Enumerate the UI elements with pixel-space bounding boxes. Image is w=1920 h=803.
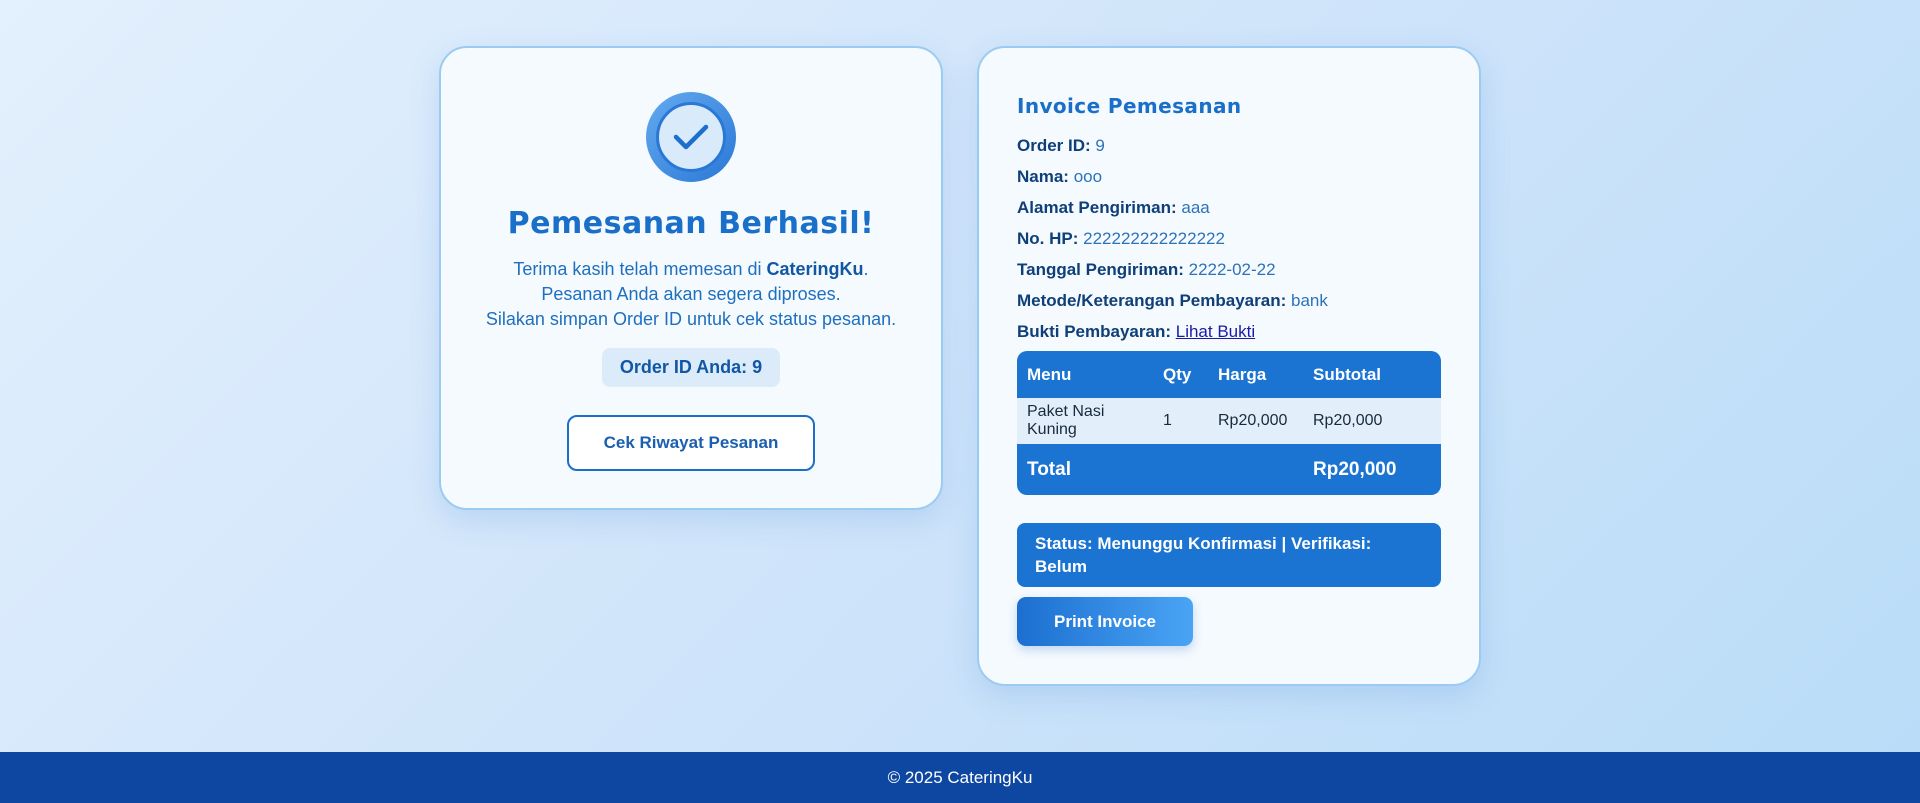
order-items-table: Menu Qty Harga Subtotal Paket Nasi Kunin… — [1017, 351, 1441, 495]
footer-copyright: © 2025 CateringKu — [887, 768, 1033, 787]
column-header-price: Harga — [1208, 351, 1303, 398]
field-value: 222222222222222 — [1083, 229, 1225, 248]
field-label: Order ID: — [1017, 136, 1091, 155]
field-label: Alamat Pengiriman: — [1017, 198, 1177, 217]
field-label: No. HP: — [1017, 229, 1079, 248]
table-row: Paket Nasi Kuning 1 Rp20,000 Rp20,000 — [1017, 398, 1441, 444]
cell-qty: 1 — [1153, 398, 1208, 444]
invoice-field-phone: No. HP: 222222222222222 — [1017, 223, 1441, 254]
view-proof-link[interactable]: Lihat Bukti — [1176, 322, 1255, 341]
order-history-button[interactable]: Cek Riwayat Pesanan — [567, 415, 815, 471]
thank-you-message: Terima kasih telah memesan di CateringKu… — [441, 257, 941, 332]
thanks-suffix: . — [863, 259, 869, 279]
table-total-row: Total Rp20,000 — [1017, 444, 1441, 495]
field-value: bank — [1290, 291, 1328, 310]
invoice-title: Invoice Pemesanan — [1017, 94, 1242, 118]
column-header-subtotal: Subtotal — [1303, 351, 1441, 398]
check-circle-icon — [646, 92, 736, 182]
thanks-line-1: Terima kasih telah memesan di CateringKu… — [441, 257, 941, 282]
column-header-qty: Qty — [1153, 351, 1208, 398]
main-container: Pemesanan Berhasil! Terima kasih telah m… — [0, 0, 1920, 752]
order-id-badge: Order ID Anda: 9 — [601, 348, 781, 387]
brand-name: CateringKu — [766, 259, 864, 279]
invoice-field-payment-method: Metode/Keterangan Pembayaran: bank — [1017, 285, 1441, 316]
invoice-card: Invoice Pemesanan Order ID: 9 Nama: ooo … — [977, 46, 1481, 686]
column-header-menu: Menu — [1017, 351, 1153, 398]
total-value: Rp20,000 — [1303, 444, 1441, 495]
check-inner — [656, 102, 726, 172]
thanks-prefix: Terima kasih telah memesan di — [513, 259, 767, 279]
invoice-field-payment-proof: Bukti Pembayaran: Lihat Bukti — [1017, 316, 1441, 347]
field-value: 2222-02-22 — [1188, 260, 1276, 279]
thanks-line-3: Silakan simpan Order ID untuk cek status… — [485, 309, 897, 329]
checkmark-icon — [673, 124, 709, 150]
invoice-field-delivery-date: Tanggal Pengiriman: 2222-02-22 — [1017, 254, 1441, 285]
field-value: aaa — [1181, 198, 1210, 217]
field-label: Bukti Pembayaran: — [1017, 322, 1171, 341]
invoice-field-address: Alamat Pengiriman: aaa — [1017, 192, 1441, 223]
field-label: Metode/Keterangan Pembayaran: — [1017, 291, 1287, 310]
order-status-badge: Status: Menunggu Konfirmasi | Verifikasi… — [1017, 523, 1441, 587]
total-label: Total — [1017, 444, 1303, 495]
success-title: Pemesanan Berhasil! — [507, 206, 875, 241]
thanks-line-2: Pesanan Anda akan segera diproses. — [541, 284, 841, 304]
cell-menu: Paket Nasi Kuning — [1017, 398, 1153, 444]
field-value: 9 — [1095, 136, 1105, 155]
footer: © 2025 CateringKu — [0, 752, 1920, 803]
field-value: ooo — [1073, 167, 1103, 186]
field-label: Nama: — [1017, 167, 1069, 186]
success-card: Pemesanan Berhasil! Terima kasih telah m… — [439, 46, 943, 510]
field-label: Tanggal Pengiriman: — [1017, 260, 1184, 279]
invoice-field-name: Nama: ooo — [1017, 161, 1441, 192]
table-header-row: Menu Qty Harga Subtotal — [1017, 351, 1441, 398]
cell-subtotal: Rp20,000 — [1303, 398, 1441, 444]
print-invoice-button[interactable]: Print Invoice — [1017, 597, 1193, 646]
invoice-field-order-id: Order ID: 9 — [1017, 130, 1441, 161]
cell-price: Rp20,000 — [1208, 398, 1303, 444]
